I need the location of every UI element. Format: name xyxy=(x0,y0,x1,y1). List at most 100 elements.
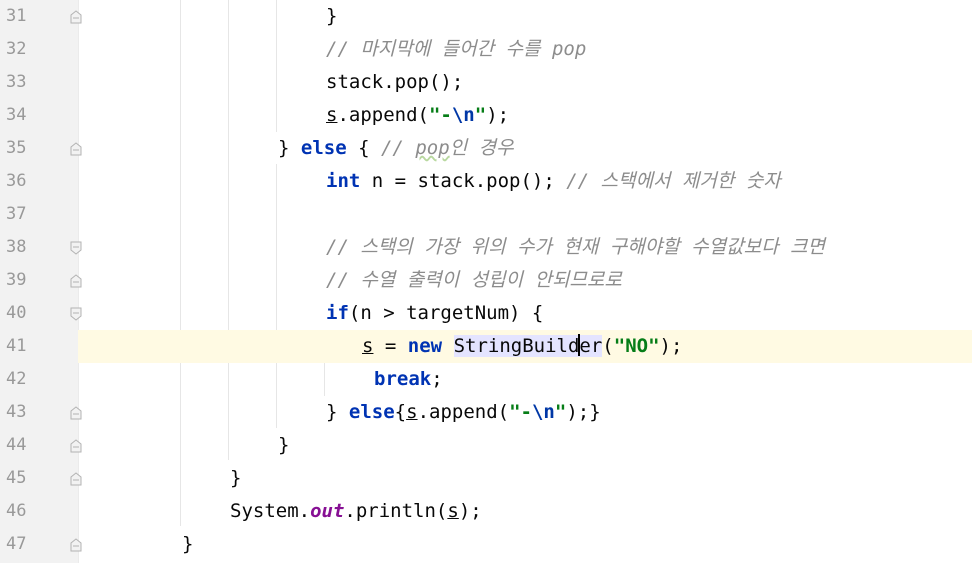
line-number: 35 xyxy=(6,138,27,158)
code-text: s = new StringBuilder("NO"); xyxy=(362,334,682,358)
string-literal: "- xyxy=(509,401,532,423)
static-field: out xyxy=(310,500,345,522)
fold-end-icon[interactable] xyxy=(70,10,82,24)
code-line[interactable]: 37 xyxy=(0,198,972,231)
code-text: break; xyxy=(374,367,443,391)
reassigned-variable: s xyxy=(406,401,418,423)
fold-icon[interactable] xyxy=(70,241,82,255)
fold-end-icon[interactable] xyxy=(70,472,82,486)
line-number: 39 xyxy=(6,270,27,290)
code-line[interactable]: 38 // 스택의 가장 위의 수가 현재 구해야할 수열값보다 크면 xyxy=(0,231,972,264)
code-text: System.out.println(s); xyxy=(230,499,482,523)
code-token: = xyxy=(373,335,408,357)
line-number: 37 xyxy=(6,204,27,224)
line-number: 40 xyxy=(6,303,27,323)
string-literal: "NO" xyxy=(613,335,660,357)
code-text: } xyxy=(182,533,194,555)
keyword: new xyxy=(407,335,443,357)
current-code-line[interactable]: 41 s = new StringBuilder("NO"); xyxy=(0,330,972,363)
string-literal: "- xyxy=(428,104,452,126)
fold-icon[interactable] xyxy=(70,307,82,321)
code-editor[interactable]: 31 } 32 // 마지막에 들어간 수를 pop 33 stack.pop(… xyxy=(0,0,972,563)
code-token: .println( xyxy=(344,500,448,522)
keyword: else xyxy=(348,401,395,423)
code-token: ); xyxy=(659,335,683,357)
code-line[interactable]: 45 } xyxy=(0,462,972,495)
code-text: s.append("-\n"); xyxy=(326,103,509,127)
line-number: 46 xyxy=(6,501,27,521)
code-line[interactable]: 43 } else{s.append("-\n");} xyxy=(0,396,972,429)
fold-end-icon[interactable] xyxy=(70,406,82,420)
code-text: if(n > targetNum) { xyxy=(326,301,543,325)
identifier-part: StringBuild xyxy=(453,335,580,357)
code-line[interactable]: 44 } xyxy=(0,429,972,462)
code-comment: // 수열 출력이 성립이 안되므로로 xyxy=(326,269,622,291)
code-line[interactable]: 33 stack.pop(); xyxy=(0,66,972,99)
fold-end-icon[interactable] xyxy=(70,439,82,453)
keyword: else xyxy=(300,137,347,159)
string-literal: " xyxy=(554,401,567,423)
code-line[interactable]: 47 } xyxy=(0,528,972,561)
reassigned-variable: s xyxy=(447,500,459,522)
code-token: (n > targetNum) { xyxy=(348,302,544,324)
string-literal: " xyxy=(474,104,487,126)
line-number: 33 xyxy=(6,72,27,92)
fold-icon[interactable] xyxy=(70,142,82,156)
line-number: 31 xyxy=(6,6,27,26)
code-text: } else { // pop인 경우 xyxy=(278,136,514,160)
code-text: } xyxy=(278,434,290,456)
line-number: 32 xyxy=(6,39,27,59)
code-comment: // xyxy=(380,137,416,159)
code-comment: // 스택에서 제거한 숫자 xyxy=(566,170,781,192)
code-token: .append( xyxy=(417,401,510,423)
code-line[interactable]: 34 s.append("-\n"); xyxy=(0,99,972,132)
code-text: } xyxy=(326,5,338,27)
line-number: 45 xyxy=(6,468,27,488)
code-token: ; xyxy=(431,368,443,390)
line-number: 41 xyxy=(6,336,27,356)
line-number: 44 xyxy=(6,435,27,455)
line-number: 42 xyxy=(6,369,27,389)
code-line[interactable]: 31 } xyxy=(0,0,972,33)
highlighted-identifier: StringBuilder xyxy=(453,334,603,357)
code-line[interactable]: 39 // 수열 출력이 성립이 안되므로로 xyxy=(0,264,972,297)
line-number: 36 xyxy=(6,171,27,191)
fold-end-icon[interactable] xyxy=(70,538,82,552)
code-token: } xyxy=(326,401,349,423)
line-number: 43 xyxy=(6,402,27,422)
line-number: 38 xyxy=(6,237,27,257)
code-token: ); xyxy=(486,104,510,126)
escape-sequence: \n xyxy=(451,104,475,126)
code-line[interactable]: 46 System.out.println(s); xyxy=(0,495,972,528)
code-token: n = stack.pop(); xyxy=(360,170,567,192)
code-token: ); xyxy=(458,500,482,522)
code-comment: 인 경우 xyxy=(449,137,514,159)
code-text: } xyxy=(230,467,242,489)
code-comment: // 스택의 가장 위의 수가 현재 구해야할 수열값보다 크면 xyxy=(326,236,825,258)
code-token: );} xyxy=(566,401,601,423)
code-line[interactable]: 40 if(n > targetNum) { xyxy=(0,297,972,330)
code-text: } else{s.append("-\n");} xyxy=(326,400,601,424)
code-text: int n = stack.pop(); // 스택에서 제거한 숫자 xyxy=(326,169,781,193)
keyword: break xyxy=(374,368,432,390)
keyword: if xyxy=(326,302,349,324)
code-token: { xyxy=(346,137,381,159)
line-number: 47 xyxy=(6,534,27,554)
code-line[interactable]: 35 } else { // pop인 경우 xyxy=(0,132,972,165)
line-number: 34 xyxy=(6,105,27,125)
reassigned-variable: s xyxy=(362,335,374,357)
code-line[interactable]: 42 break; xyxy=(0,363,972,396)
code-token: } xyxy=(278,137,301,159)
keyword: int xyxy=(326,170,361,192)
identifier-part: er xyxy=(579,335,603,357)
escape-sequence: \n xyxy=(531,401,555,423)
code-token: ( xyxy=(602,335,614,357)
reassigned-variable: s xyxy=(326,104,338,126)
fold-end-icon[interactable] xyxy=(70,274,82,288)
code-token: { xyxy=(394,401,407,423)
code-token: .append( xyxy=(337,104,429,126)
code-line[interactable]: 32 // 마지막에 들어간 수를 pop xyxy=(0,33,972,66)
code-text: stack.pop(); xyxy=(326,71,464,93)
code-line[interactable]: 36 int n = stack.pop(); // 스택에서 제거한 숫자 xyxy=(0,165,972,198)
